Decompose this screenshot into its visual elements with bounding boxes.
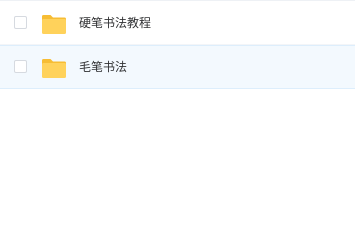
file-row-1[interactable]: 硬笔书法教程 xyxy=(0,1,355,45)
file-list: 硬笔书法教程 毛笔书法 xyxy=(0,0,355,89)
file-name[interactable]: 毛笔书法 xyxy=(79,59,127,75)
row-checkbox[interactable] xyxy=(14,60,27,73)
folder-icon xyxy=(41,57,67,79)
folder-icon xyxy=(41,13,67,35)
file-row-2[interactable]: 毛笔书法 xyxy=(0,45,355,89)
row-checkbox[interactable] xyxy=(14,15,27,29)
file-name[interactable]: 硬笔书法教程 xyxy=(79,15,151,31)
